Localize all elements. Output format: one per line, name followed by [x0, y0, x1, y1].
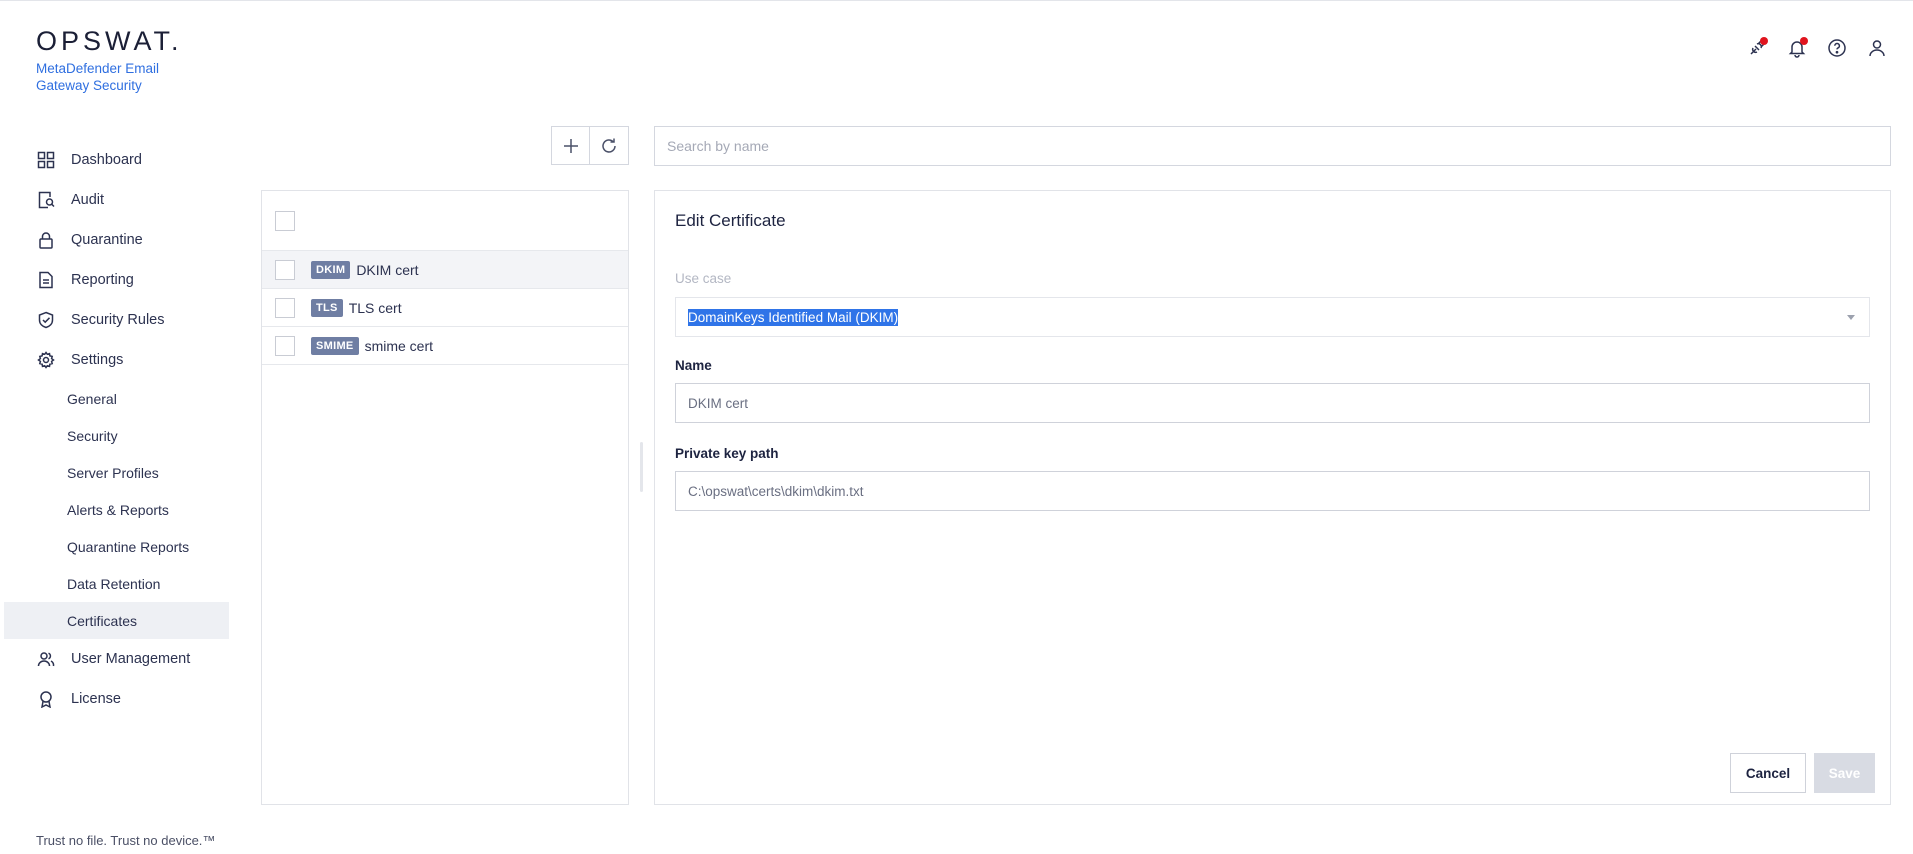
- lock-icon: [36, 230, 56, 250]
- sidebar-subitem-data-retention[interactable]: Data Retention: [4, 565, 229, 602]
- edit-certificate-panel: Edit Certificate Use case DomainKeys Ide…: [654, 190, 1891, 805]
- refresh-icon: [602, 138, 616, 153]
- cert-type-badge: DKIM: [311, 260, 351, 279]
- cancel-button[interactable]: Cancel: [1730, 753, 1806, 793]
- cert-name: DKIM cert: [356, 261, 419, 278]
- sidebar-item-user-management[interactable]: User Management: [4, 639, 229, 679]
- notification-dot: [1760, 37, 1768, 45]
- sidebar-item-label: Quarantine: [71, 232, 143, 248]
- sidebar-item-label: Reporting: [71, 272, 134, 288]
- sidebar-item-settings[interactable]: Settings: [4, 340, 229, 380]
- user-icon[interactable]: [1865, 36, 1889, 60]
- dashboard-icon: [36, 150, 56, 170]
- sidebar-item-audit[interactable]: Audit: [4, 180, 229, 220]
- audit-icon: [36, 190, 56, 210]
- help-icon[interactable]: [1825, 36, 1849, 60]
- panel-title: Edit Certificate: [675, 211, 786, 230]
- list-item[interactable]: TLS TLS cert: [262, 289, 628, 327]
- sidebar-subitem-certificates[interactable]: Certificates: [4, 602, 229, 639]
- sidebar-subitem-server-profiles[interactable]: Server Profiles: [4, 454, 229, 491]
- notification-dot: [1800, 37, 1808, 45]
- gear-icon: [36, 350, 56, 370]
- use-case-select[interactable]: DomainKeys Identified Mail (DKIM): [675, 297, 1870, 337]
- private-key-label: Private key path: [675, 446, 779, 461]
- plus-icon: [563, 138, 578, 153]
- select-all-checkbox[interactable]: [275, 210, 295, 231]
- shield-check-icon: [36, 310, 56, 330]
- sidebar-item-reporting[interactable]: Reporting: [4, 260, 229, 300]
- panel-resize-handle[interactable]: [640, 442, 643, 492]
- bell-icon[interactable]: [1785, 36, 1809, 60]
- header-actions: [1745, 36, 1889, 60]
- sidebar: Dashboard Audit Quarantine Reporting Sec…: [4, 140, 229, 719]
- sidebar-subitem-alerts-reports[interactable]: Alerts & Reports: [4, 491, 229, 528]
- product-name: MetaDefender Email Gateway Security: [36, 61, 160, 93]
- cert-type-badge: TLS: [311, 298, 343, 317]
- row-checkbox[interactable]: [275, 297, 295, 318]
- sidebar-item-label: Settings: [71, 352, 124, 368]
- chevron-down-icon: [1847, 315, 1855, 320]
- sidebar-item-label: User Management: [71, 651, 191, 667]
- search-input[interactable]: [654, 126, 1891, 166]
- cert-type-badge: SMIME: [311, 336, 359, 355]
- row-checkbox[interactable]: [275, 259, 295, 280]
- brand: OPSWAT. MetaDefender Email Gateway Secur…: [36, 26, 186, 94]
- cert-name: TLS cert: [348, 299, 402, 316]
- list-item[interactable]: SMIME smime cert: [262, 327, 628, 365]
- list-item[interactable]: DKIM DKIM cert: [262, 251, 628, 289]
- sidebar-item-label: Dashboard: [71, 152, 142, 168]
- sidebar-subitem-general[interactable]: General: [4, 380, 229, 417]
- list-header: [262, 191, 628, 251]
- name-field[interactable]: DKIM cert: [675, 383, 1870, 423]
- private-key-path-field[interactable]: C:\opswat\certs\dkim\dkim.txt: [675, 471, 1870, 511]
- sidebar-subitem-quarantine-reports[interactable]: Quarantine Reports: [4, 528, 229, 565]
- use-case-value: DomainKeys Identified Mail (DKIM): [688, 308, 899, 326]
- sidebar-item-dashboard[interactable]: Dashboard: [4, 140, 229, 180]
- sidebar-item-label: Audit: [71, 192, 105, 208]
- cert-name: smime cert: [364, 337, 434, 354]
- opswat-logo[interactable]: OPSWAT.: [36, 26, 186, 56]
- sidebar-item-label: Security Rules: [71, 312, 165, 328]
- certificate-list: DKIM DKIM cert TLS TLS cert SMIME smime …: [261, 190, 629, 805]
- sidebar-item-label: License: [71, 691, 121, 707]
- document-icon: [36, 270, 56, 290]
- name-label: Name: [675, 358, 712, 373]
- add-certificate-button[interactable]: [551, 126, 590, 165]
- sidebar-item-license[interactable]: License: [4, 679, 229, 719]
- connection-icon[interactable]: [1745, 36, 1769, 60]
- top-border: [0, 0, 1913, 1]
- sidebar-subitem-security[interactable]: Security: [4, 417, 229, 454]
- badge-icon: [36, 689, 56, 709]
- save-button[interactable]: Save: [1814, 753, 1875, 793]
- sidebar-item-security-rules[interactable]: Security Rules: [4, 300, 229, 340]
- sidebar-item-quarantine[interactable]: Quarantine: [4, 220, 229, 260]
- footer-tagline: Trust no file. Trust no device.™: [36, 833, 216, 848]
- row-checkbox[interactable]: [275, 335, 295, 356]
- use-case-label: Use case: [675, 271, 732, 286]
- users-icon: [36, 649, 56, 669]
- list-toolbar: [551, 126, 629, 165]
- refresh-button[interactable]: [590, 126, 629, 165]
